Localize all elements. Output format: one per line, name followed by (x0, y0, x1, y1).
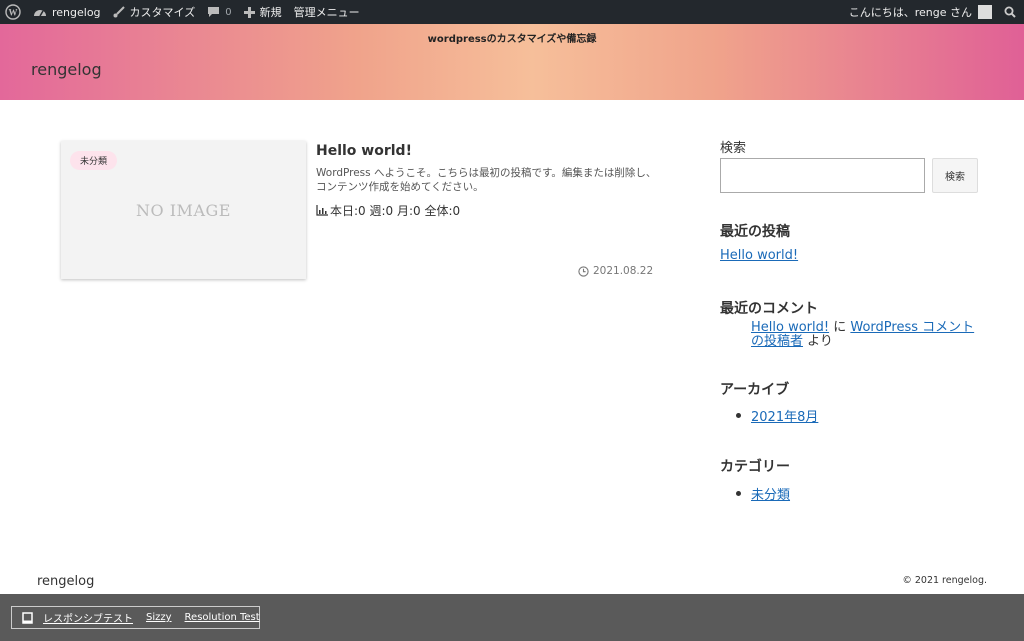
site-title-link[interactable]: rengelog (31, 60, 102, 79)
dashboard-icon (33, 6, 47, 18)
recent-comments-title: 最近のコメント (720, 301, 818, 317)
plus-icon (243, 6, 255, 18)
copyright-text: © 2021 rengelog. (902, 575, 987, 586)
device-icon (22, 611, 33, 624)
clock-icon (578, 265, 589, 277)
footer-site-title[interactable]: rengelog (37, 574, 94, 589)
category-badge[interactable]: 未分類 (70, 151, 118, 170)
site-name-menu[interactable]: rengelog (27, 0, 107, 24)
avatar (978, 5, 992, 19)
recent-comment-item: Hello world! に WordPress コメントの投稿者 より (751, 321, 981, 349)
post-date: 2021.08.22 (578, 265, 653, 277)
new-label: 新規 (259, 6, 282, 19)
customize-label: カスタマイズ (129, 6, 196, 19)
no-image-placeholder: NO IMAGE (136, 201, 231, 220)
category-link[interactable]: 未分類 (751, 484, 790, 503)
admin-menu-label: 管理メニュー (293, 6, 360, 19)
archive-item: 2021年8月 (736, 406, 818, 425)
responsive-test-box: レスポンシブテスト Sizzy Resolution Test (11, 606, 260, 629)
responsive-test-bar: レスポンシブテスト Sizzy Resolution Test (0, 594, 1024, 641)
admin-bar: W rengelog カスタマイズ 0 新規 管理メニュー こんにちは、reng… (0, 0, 1024, 24)
site-name-label: rengelog (52, 5, 101, 19)
site-header: wordpressのカスタマイズや備忘録 rengelog (0, 24, 1024, 100)
archives-title: アーカイブ (720, 382, 790, 398)
post-views-text: 本日:0 週:0 月:0 全体:0 (330, 204, 461, 218)
comment-connector-yori: より (807, 334, 833, 349)
comments-button[interactable]: 0 (201, 0, 237, 24)
resolution-test-link[interactable]: Resolution Test (185, 612, 260, 623)
recent-posts-title: 最近の投稿 (720, 224, 790, 240)
archive-link[interactable]: 2021年8月 (751, 406, 818, 425)
responsive-test-link[interactable]: レスポンシブテスト (43, 610, 133, 625)
adminbar-search-button[interactable] (998, 0, 1024, 24)
comment-bubble-icon (207, 6, 220, 18)
category-item: 未分類 (736, 484, 790, 503)
comments-count: 0 (225, 6, 232, 18)
wordpress-logo-button[interactable]: W (0, 0, 27, 24)
new-content-button[interactable]: 新規 (238, 0, 288, 24)
search-input[interactable] (720, 158, 925, 193)
customize-button[interactable]: カスタマイズ (107, 0, 202, 24)
bar-chart-icon (316, 205, 328, 216)
sizzy-link[interactable]: Sizzy (146, 612, 172, 623)
post-excerpt: WordPress へようこそ。こちらは最初の投稿です。編集または削除し、コンテ… (316, 167, 657, 193)
post-view-counter: 本日:0 週:0 月:0 全体:0 (316, 202, 460, 219)
svg-text:W: W (9, 8, 18, 18)
categories-title: カテゴリー (720, 459, 790, 475)
post-date-text: 2021.08.22 (593, 265, 654, 277)
site-tagline: wordpressのカスタマイズや備忘録 (427, 34, 597, 45)
post-thumbnail[interactable]: 未分類 NO IMAGE (61, 141, 306, 279)
bullet-icon (736, 491, 741, 496)
greeting-label: こんにちは、renge さん (848, 6, 972, 19)
wordpress-icon: W (5, 4, 21, 20)
recent-post-link[interactable]: Hello world! (720, 248, 798, 263)
admin-menu-button[interactable]: 管理メニュー (288, 0, 366, 24)
search-icon (1004, 6, 1016, 18)
brush-icon (113, 6, 125, 18)
comment-connector-ni: に (833, 320, 847, 335)
my-account-menu[interactable]: こんにちは、renge さん (843, 0, 998, 24)
search-widget-label: 検索 (720, 141, 747, 156)
post-title[interactable]: Hello world! (316, 143, 412, 159)
bullet-icon (736, 413, 741, 418)
search-submit-button[interactable]: 検索 (932, 158, 978, 193)
comment-post-link[interactable]: Hello world! (751, 320, 829, 335)
